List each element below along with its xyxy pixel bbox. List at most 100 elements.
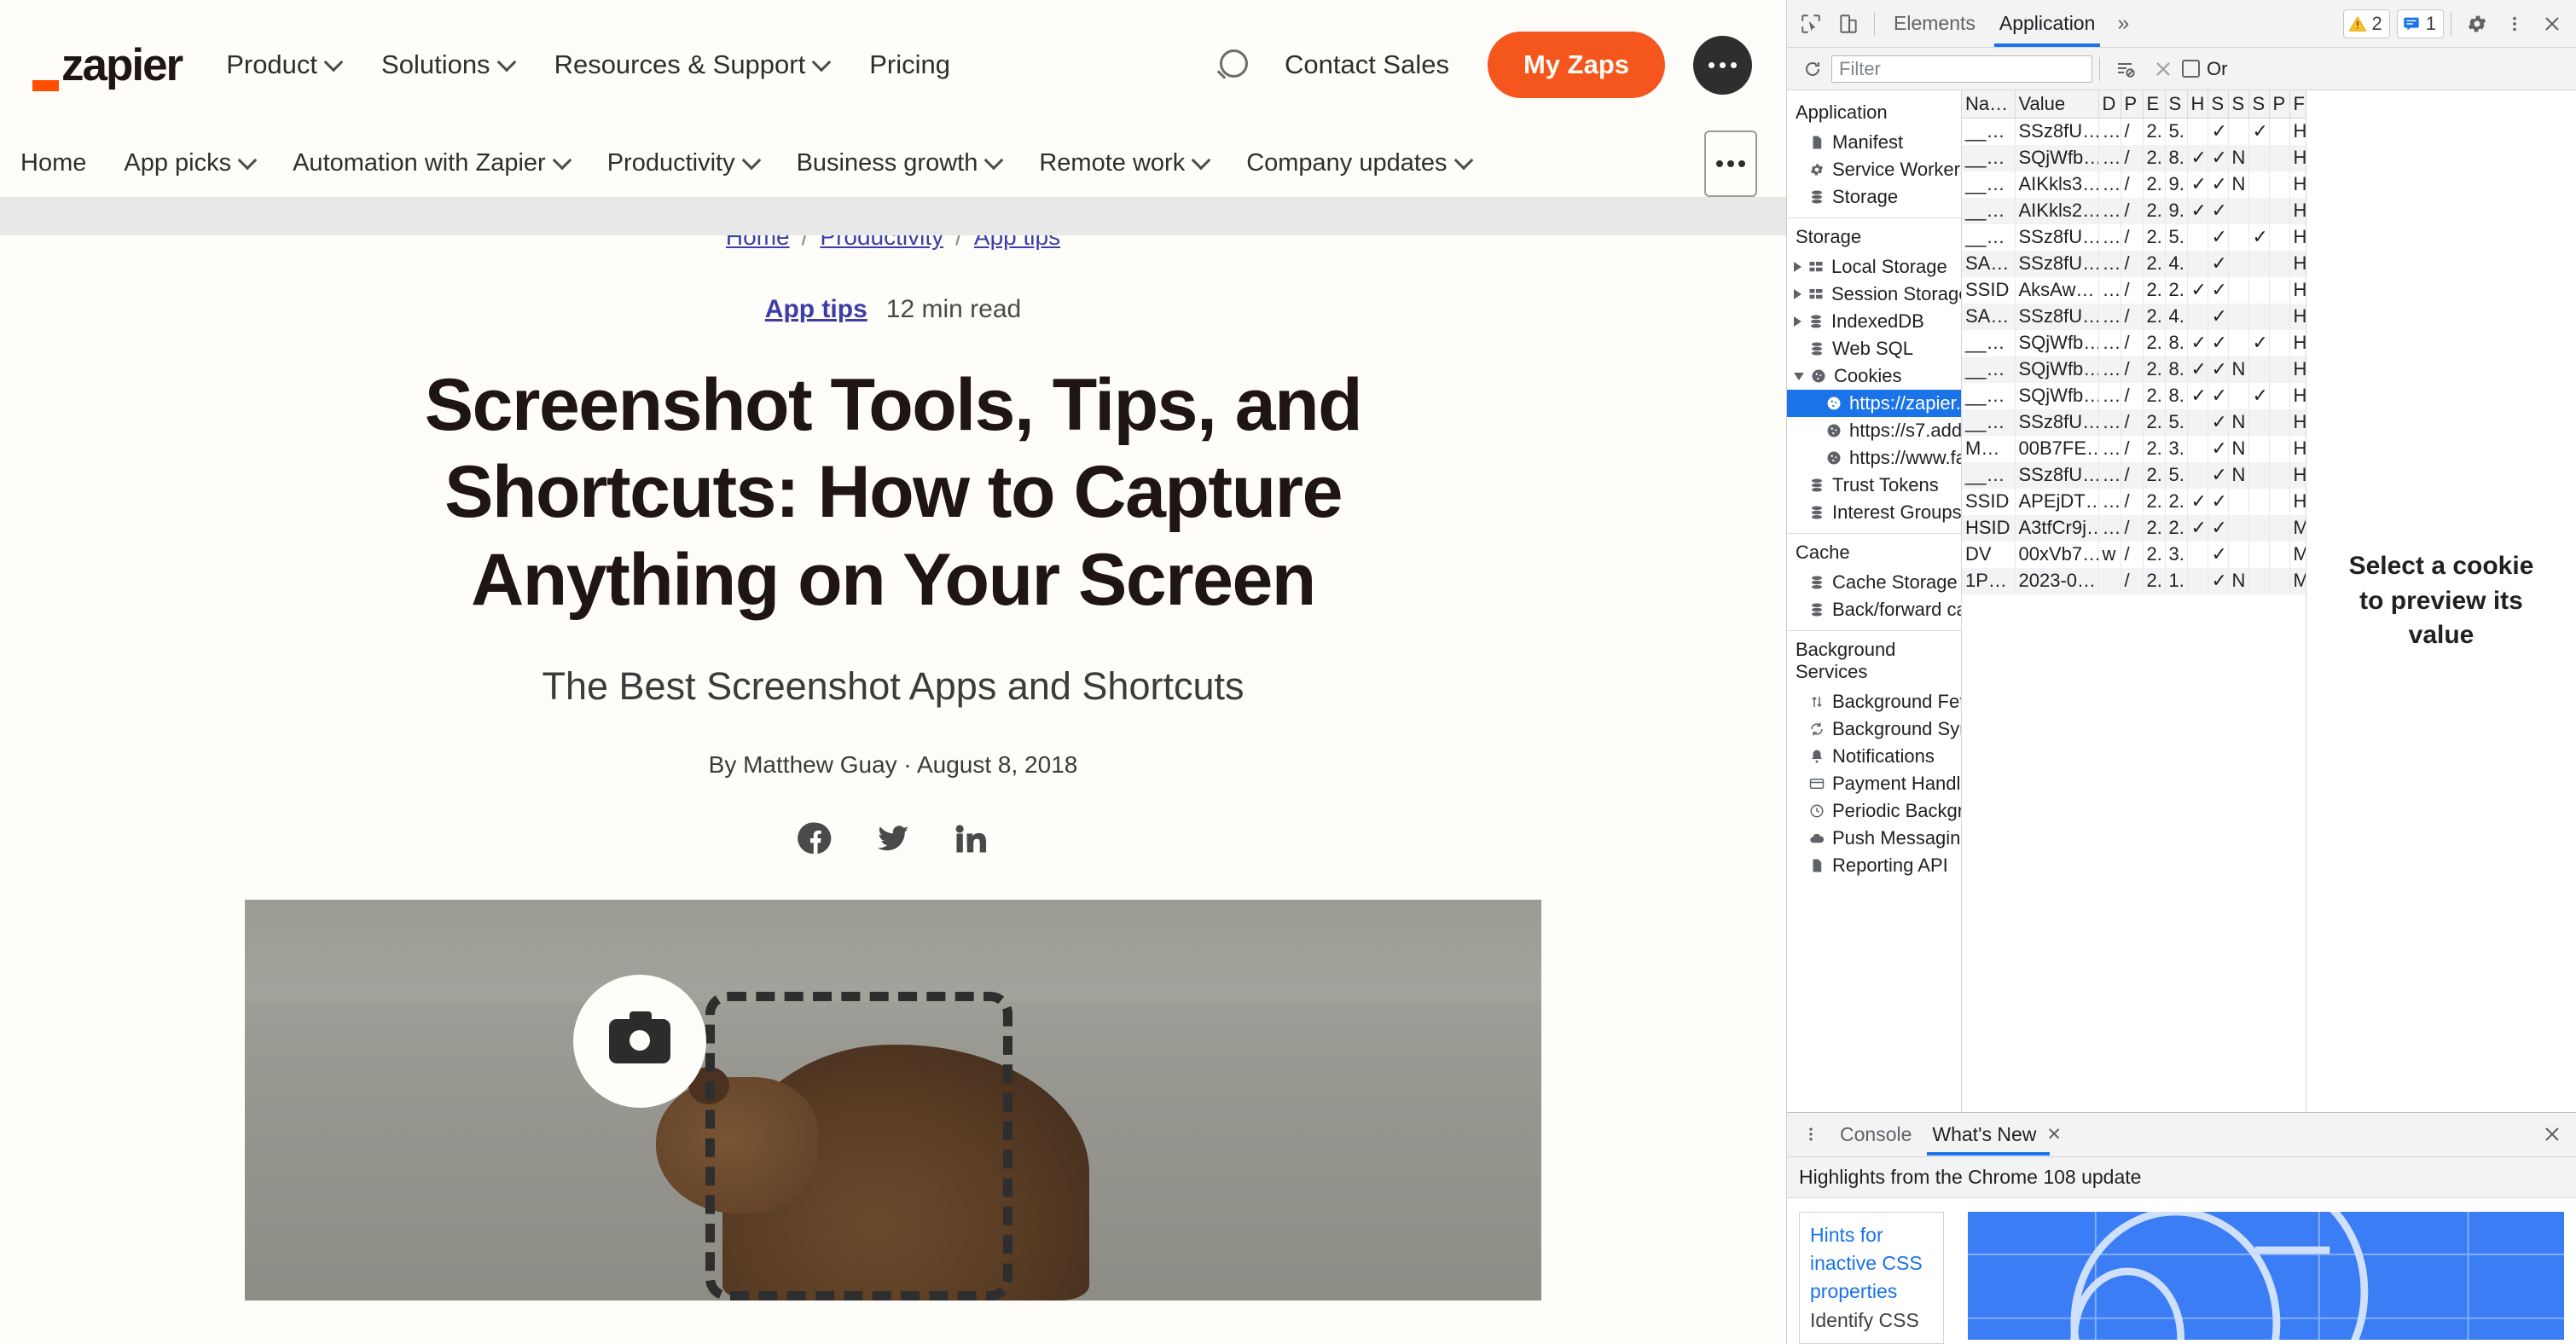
subnav-item-business-growth[interactable]: Business growth (797, 149, 1002, 177)
col-header-value[interactable]: Value (2015, 90, 2098, 119)
article-category-link[interactable]: App tips (765, 295, 867, 324)
subnav-item-app-picks[interactable]: App picks (124, 149, 255, 177)
gear-icon[interactable] (2458, 5, 2496, 43)
table-row[interactable]: SSIDAksAw……/2.2.✓✓H (1962, 277, 2306, 304)
sidebar-item-reporting-api[interactable]: Reporting API (1787, 852, 1961, 879)
table-row[interactable]: __…AIKkls2……/2.9.✓✓H (1962, 198, 2306, 224)
sidebar-item-periodic-background-sync[interactable]: Periodic Background Sync (1787, 797, 1961, 825)
table-row[interactable]: __…SSz8fU……/2.5.✓✓H (1962, 119, 2306, 145)
sidebar-item-interest-groups[interactable]: Interest Groups (1787, 499, 1961, 526)
cookies-table-container[interactable]: Na… Value D P E S H S S S P (1962, 90, 2306, 1112)
filter-input[interactable] (1831, 55, 2092, 83)
sidebar-item-cookies-s7-addthis-com[interactable]: https://s7.addthis.com (1787, 417, 1961, 444)
col-header-path[interactable]: P (2121, 90, 2143, 119)
subnav-item-remote-work[interactable]: Remote work (1039, 149, 1209, 177)
col-header-priority[interactable]: F (2289, 90, 2306, 119)
chevron-down-icon[interactable] (1794, 373, 1804, 380)
my-zaps-button[interactable]: My Zaps (1488, 32, 1665, 98)
table-row[interactable]: __…SSz8fU……/2.5.✓NH (1962, 409, 2306, 436)
subnav-item-automation-with-zapier[interactable]: Automation with Zapier (293, 149, 570, 177)
col-header-secure[interactable]: S (2208, 90, 2228, 119)
sidebar-item-back-forward-cache[interactable]: Back/forward cache (1787, 596, 1961, 623)
only-show-problems-checkbox[interactable] (2182, 60, 2200, 78)
table-row[interactable]: SSIDAPEjDT……/2.2.✓✓H (1962, 489, 2306, 515)
nav-item-pricing[interactable]: Pricing (869, 49, 950, 80)
sidebar-item-push-messaging[interactable]: Push Messaging (1787, 825, 1961, 852)
sidebar-item-trust-tokens[interactable]: Trust Tokens (1787, 472, 1961, 499)
sidebar-item-background-fetch[interactable]: Background Fetch (1787, 688, 1961, 715)
table-row[interactable]: SA…SSz8fU……/2.4.✓H (1962, 251, 2306, 277)
subnav-item-home[interactable]: Home (20, 149, 86, 177)
clear-all-cookies-icon[interactable] (2144, 50, 2182, 88)
clear-filtered-cookies-icon[interactable] (2107, 50, 2144, 88)
sidebar-item-indexeddb[interactable]: IndexedDB (1787, 308, 1961, 335)
contact-sales-link[interactable]: Contact Sales (1285, 49, 1449, 80)
nav-item-resources-support[interactable]: Resources & Support (554, 49, 830, 80)
linkedin-icon[interactable] (952, 820, 989, 857)
sidebar-item-cookies-zapier-com[interactable]: https://zapier.com (1787, 390, 1961, 417)
col-header-samesite2[interactable]: S (2248, 90, 2269, 119)
drawer-tab-console[interactable]: Console (1830, 1113, 1922, 1156)
col-header-partition[interactable]: P (2269, 90, 2289, 119)
kebab-menu-icon[interactable] (2496, 5, 2533, 43)
messages-badge[interactable]: 1 (2397, 9, 2444, 38)
more-options-button[interactable] (1693, 36, 1752, 95)
chevron-right-icon[interactable] (1794, 262, 1801, 272)
subnav-item-company-updates[interactable]: Company updates (1246, 149, 1471, 177)
whats-new-card[interactable]: Hints for inactive CSS properties Identi… (1799, 1212, 1944, 1344)
drawer-kebab-menu-icon[interactable] (1792, 1115, 1830, 1153)
twitter-icon[interactable] (874, 820, 912, 857)
nav-item-solutions[interactable]: Solutions (381, 49, 514, 80)
table-row[interactable]: SA…SSz8fU……/2.4.✓H (1962, 304, 2306, 330)
table-row[interactable]: M…00B7FE……/2.3.✓NH (1962, 436, 2306, 462)
device-toolbar-icon[interactable] (1830, 5, 1867, 43)
sidebar-item-session-storage[interactable]: Session Storage (1787, 281, 1961, 308)
sidebar-item-notifications[interactable]: Notifications (1787, 743, 1961, 770)
sidebar-item-local-storage[interactable]: Local Storage (1787, 253, 1961, 281)
application-sidebar[interactable]: Application Manifest Service Workers Sto… (1787, 90, 1962, 1112)
search-icon[interactable] (1213, 46, 1250, 84)
drawer-tab-whats-new[interactable]: What's New ✕ (1922, 1113, 2072, 1156)
more-tabs-icon[interactable]: » (2107, 11, 2138, 36)
table-row[interactable]: __…SQjWfb……/2.8.✓✓✓H (1962, 330, 2306, 356)
sidebar-item-cache-storage[interactable]: Cache Storage (1787, 569, 1961, 596)
table-row[interactable]: __…SQjWfb……/2.8.✓✓NH (1962, 356, 2306, 383)
close-devtools-icon[interactable] (2533, 5, 2571, 43)
facebook-icon[interactable] (797, 820, 834, 857)
chevron-right-icon[interactable] (1794, 289, 1801, 299)
table-row[interactable]: __…SSz8fU……/2.5.✓✓H (1962, 224, 2306, 251)
tab-application[interactable]: Application (1987, 1, 2108, 47)
whats-new-card-link[interactable]: Hints for inactive CSS properties (1810, 1221, 1933, 1306)
col-header-domain[interactable]: D (2098, 90, 2121, 119)
warnings-badge[interactable]: 2 (2343, 9, 2390, 38)
subnav-more-button[interactable] (1704, 130, 1757, 197)
zapier-logo[interactable]: zapier (32, 43, 182, 88)
table-row[interactable]: __…AIKkls3……/2.9.✓✓NH (1962, 171, 2306, 198)
sidebar-item-web-sql[interactable]: Web SQL (1787, 335, 1961, 362)
col-header-size[interactable]: S (2165, 90, 2187, 119)
close-icon[interactable]: ✕ (2046, 1124, 2062, 1145)
nav-item-product[interactable]: Product (226, 49, 341, 80)
col-header-expires[interactable]: E (2143, 90, 2165, 119)
close-drawer-icon[interactable] (2533, 1115, 2571, 1153)
table-row[interactable]: 1P…2023-0…/2.1.✓NM (1962, 568, 2306, 594)
col-header-name[interactable]: Na… (1962, 90, 2015, 119)
inspect-element-icon[interactable] (1792, 5, 1830, 43)
sidebar-item-cookies-www-facebook-com[interactable]: https://www.facebook.com (1787, 444, 1961, 472)
table-row[interactable]: DV00xVb7…w/2.3.✓M (1962, 542, 2306, 568)
col-header-httponly[interactable]: H (2187, 90, 2208, 119)
tab-elements[interactable]: Elements (1882, 1, 1987, 47)
table-row[interactable]: __…SQjWfb……/2.8.✓✓✓H (1962, 383, 2306, 409)
chevron-right-icon[interactable] (1794, 316, 1801, 327)
refresh-icon[interactable] (1794, 50, 1831, 88)
subnav-item-productivity[interactable]: Productivity (607, 149, 759, 177)
sidebar-item-service-workers[interactable]: Service Workers (1787, 156, 1961, 183)
table-row[interactable]: HSIDA3tfCr9j……/2.2.✓✓M (1962, 515, 2306, 542)
sidebar-item-cookies[interactable]: Cookies (1787, 362, 1961, 390)
sidebar-item-manifest[interactable]: Manifest (1787, 129, 1961, 156)
table-row[interactable]: __…SSz8fU……/2.5.✓NH (1962, 462, 2306, 489)
col-header-samesite[interactable]: S (2228, 90, 2248, 119)
sidebar-item-storage[interactable]: Storage (1787, 183, 1961, 211)
sidebar-item-background-sync[interactable]: Background Sync (1787, 715, 1961, 743)
sidebar-item-payment-handler[interactable]: Payment Handler (1787, 770, 1961, 797)
